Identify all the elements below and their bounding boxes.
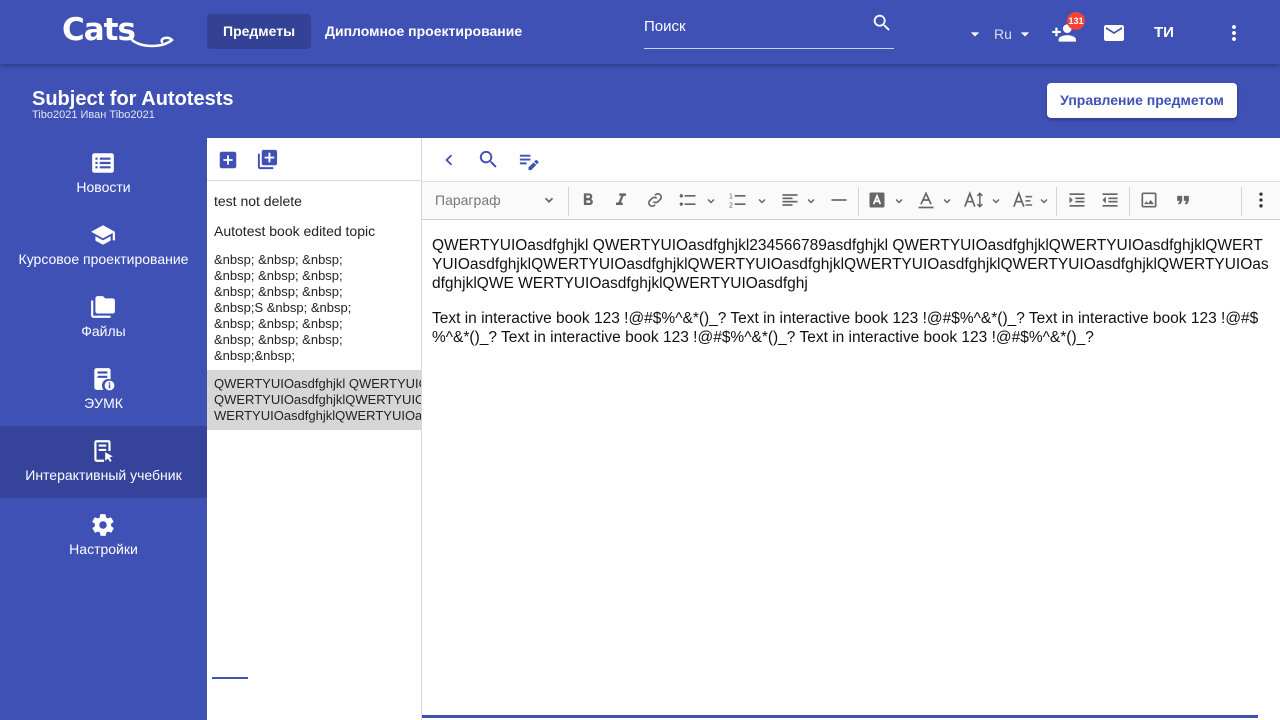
topic-item-line: QWERTYUIOasdfghjklQWERTYUIOasdfghjklQWER…: [214, 392, 421, 407]
cats-logo[interactable]: Cats: [62, 12, 177, 50]
bulleted-list-dropdown-icon[interactable]: [705, 194, 717, 212]
sidebar-item-label: Новости: [76, 179, 131, 195]
font-size-icon[interactable]: [963, 190, 985, 215]
add-subtopic-icon[interactable]: [256, 148, 279, 176]
mail-icon[interactable]: [1102, 21, 1126, 50]
editor-actions-toolbar: [422, 138, 1280, 181]
sidebar-item-label: Курсовое проектирование: [18, 251, 189, 267]
language-dropdown-arrow-icon[interactable]: [1015, 24, 1035, 49]
topic-list-panel: test not delete Autotest book edited top…: [207, 138, 421, 720]
numbered-list-dropdown-icon[interactable]: [756, 194, 768, 212]
menu-dropdown-arrow-icon[interactable]: [965, 24, 985, 49]
font-family-icon[interactable]: [1012, 190, 1034, 215]
insert-image-icon[interactable]: [1139, 190, 1159, 215]
editor-paragraph: Text in interactive book 123 !@#$%^&*()_…: [432, 310, 1259, 346]
sidebar-item-news[interactable]: Новости: [0, 138, 207, 210]
language-selector[interactable]: Ru: [994, 26, 1012, 42]
loading-indicator: [212, 677, 248, 679]
sidebar-item-eumk[interactable]: ЭУМК: [0, 354, 207, 426]
sidebar: Новости Курсовое проектирование Файлы ЭУ…: [0, 138, 207, 720]
toolbar-divider: [1241, 187, 1242, 216]
top-app-bar: Cats Предметы Дипломное проектирование R…: [0, 0, 1280, 64]
search-icon[interactable]: [477, 148, 500, 176]
sidebar-item-label: ЭУМК: [84, 395, 123, 411]
topic-item-line: &nbsp;S &nbsp; &nbsp;: [214, 300, 352, 315]
topic-item-line: &nbsp; &nbsp; &nbsp;: [214, 332, 343, 347]
font-color-icon[interactable]: [916, 190, 936, 215]
topic-item-line: &nbsp; &nbsp; &nbsp;: [214, 252, 343, 267]
font-color-dropdown-icon[interactable]: [941, 194, 953, 212]
subject-owner: Tibo2021 Иван Tibo2021: [32, 109, 155, 121]
news-icon: [90, 150, 116, 176]
manage-subject-button[interactable]: Управление предметом: [1047, 83, 1237, 118]
more-vert-icon[interactable]: [1222, 21, 1246, 50]
topic-item-line: &nbsp;&nbsp;: [214, 348, 295, 363]
block-quote-icon[interactable]: [1173, 190, 1193, 215]
text-align-dropdown-icon[interactable]: [805, 194, 817, 212]
topic-item-line: &nbsp; &nbsp; &nbsp;: [214, 316, 343, 331]
heading-select[interactable]: Параграф: [435, 192, 501, 208]
topic-item-line: QWERTYUIOasdfghjkl QWERTYUIOasdfghjkl234…: [214, 376, 421, 391]
outdent-icon[interactable]: [1099, 190, 1121, 215]
font-family-dropdown-icon[interactable]: [1038, 194, 1050, 212]
logo-swoosh-icon: [130, 36, 174, 48]
indent-icon[interactable]: [1066, 190, 1088, 215]
horizontal-line-icon[interactable]: [829, 190, 849, 215]
topic-item[interactable]: test not delete: [207, 193, 421, 209]
search-field[interactable]: [644, 10, 894, 49]
search-icon[interactable]: [871, 12, 893, 39]
search-input[interactable]: [644, 18, 864, 35]
italic-icon[interactable]: [611, 190, 631, 215]
svg-text:1: 1: [729, 192, 733, 200]
sidebar-item-label: Настройки: [69, 541, 138, 557]
edit-note-icon[interactable]: [517, 149, 540, 177]
sidebar-item-coursework[interactable]: Курсовое проектирование: [0, 210, 207, 282]
editor-panel: Параграф 12 QWERTYUIOasdfghjkl QWERTYUIO…: [421, 138, 1280, 720]
toolbar-divider: [858, 187, 859, 216]
interactive-book-icon: [90, 438, 116, 464]
gear-icon: [90, 512, 116, 538]
sidebar-item-files[interactable]: Файлы: [0, 282, 207, 354]
topic-item-line: &nbsp; &nbsp; &nbsp;: [214, 284, 343, 299]
topic-toolbar: [207, 138, 421, 181]
editor-paragraph: QWERTYUIOasdfghjkl QWERTYUIOasdfghjkl234…: [432, 237, 1269, 292]
rich-text-toolbar: Параграф 12: [422, 181, 1280, 220]
svg-text:2: 2: [729, 202, 733, 210]
nav-diploma-button[interactable]: Дипломное проектирование: [309, 14, 538, 49]
sidebar-item-label: Интерактивный учебник: [25, 467, 182, 483]
editor-bottom-bar: [422, 715, 1258, 718]
chevron-left-icon[interactable]: [438, 149, 460, 176]
more-toolbar-items-icon[interactable]: [1251, 190, 1271, 215]
toolbar-divider: [568, 187, 569, 216]
heading-dropdown-icon[interactable]: [542, 193, 556, 212]
sidebar-item-label: Файлы: [81, 323, 126, 339]
topic-item[interactable]: Autotest book edited topic: [207, 223, 421, 239]
bulleted-list-icon[interactable]: [678, 190, 698, 215]
sidebar-item-settings[interactable]: Настройки: [0, 498, 207, 570]
font-size-dropdown-icon[interactable]: [990, 194, 1002, 212]
sidebar-item-interactive-book[interactable]: Интерактивный учебник: [0, 426, 207, 498]
topic-item-line: WERTYUIOasdfghjklQWERTYUIOasdfghj: [214, 408, 421, 423]
toolbar-divider: [1056, 187, 1057, 216]
nav-subjects-button[interactable]: Предметы: [207, 14, 312, 49]
add-topic-icon[interactable]: [217, 149, 239, 176]
topic-item-line: &nbsp; &nbsp; &nbsp;: [214, 268, 343, 283]
editor-content-area[interactable]: QWERTYUIOasdfghjkl QWERTYUIOasdfghjkl234…: [432, 236, 1270, 363]
highlight-icon[interactable]: [867, 190, 887, 215]
text-align-icon[interactable]: [780, 190, 800, 215]
toolbar-divider: [1129, 187, 1130, 216]
folder-icon: [90, 294, 116, 320]
topic-item[interactable]: &nbsp; &nbsp; &nbsp; &nbsp; &nbsp; &nbsp…: [207, 252, 421, 364]
subject-title: Subject for Autotests: [32, 88, 234, 110]
notification-badge: 131: [1067, 12, 1085, 30]
link-icon[interactable]: [645, 190, 665, 215]
topic-item-selected[interactable]: QWERTYUIOasdfghjkl QWERTYUIOasdfghjkl234…: [207, 370, 421, 430]
numbered-list-icon[interactable]: 12: [728, 190, 748, 215]
bold-icon[interactable]: [578, 190, 598, 215]
book-info-icon: [90, 366, 116, 392]
user-initials-button[interactable]: ТИ: [1154, 24, 1174, 41]
highlight-dropdown-icon[interactable]: [893, 194, 905, 212]
graduation-cap-icon: [90, 222, 116, 248]
